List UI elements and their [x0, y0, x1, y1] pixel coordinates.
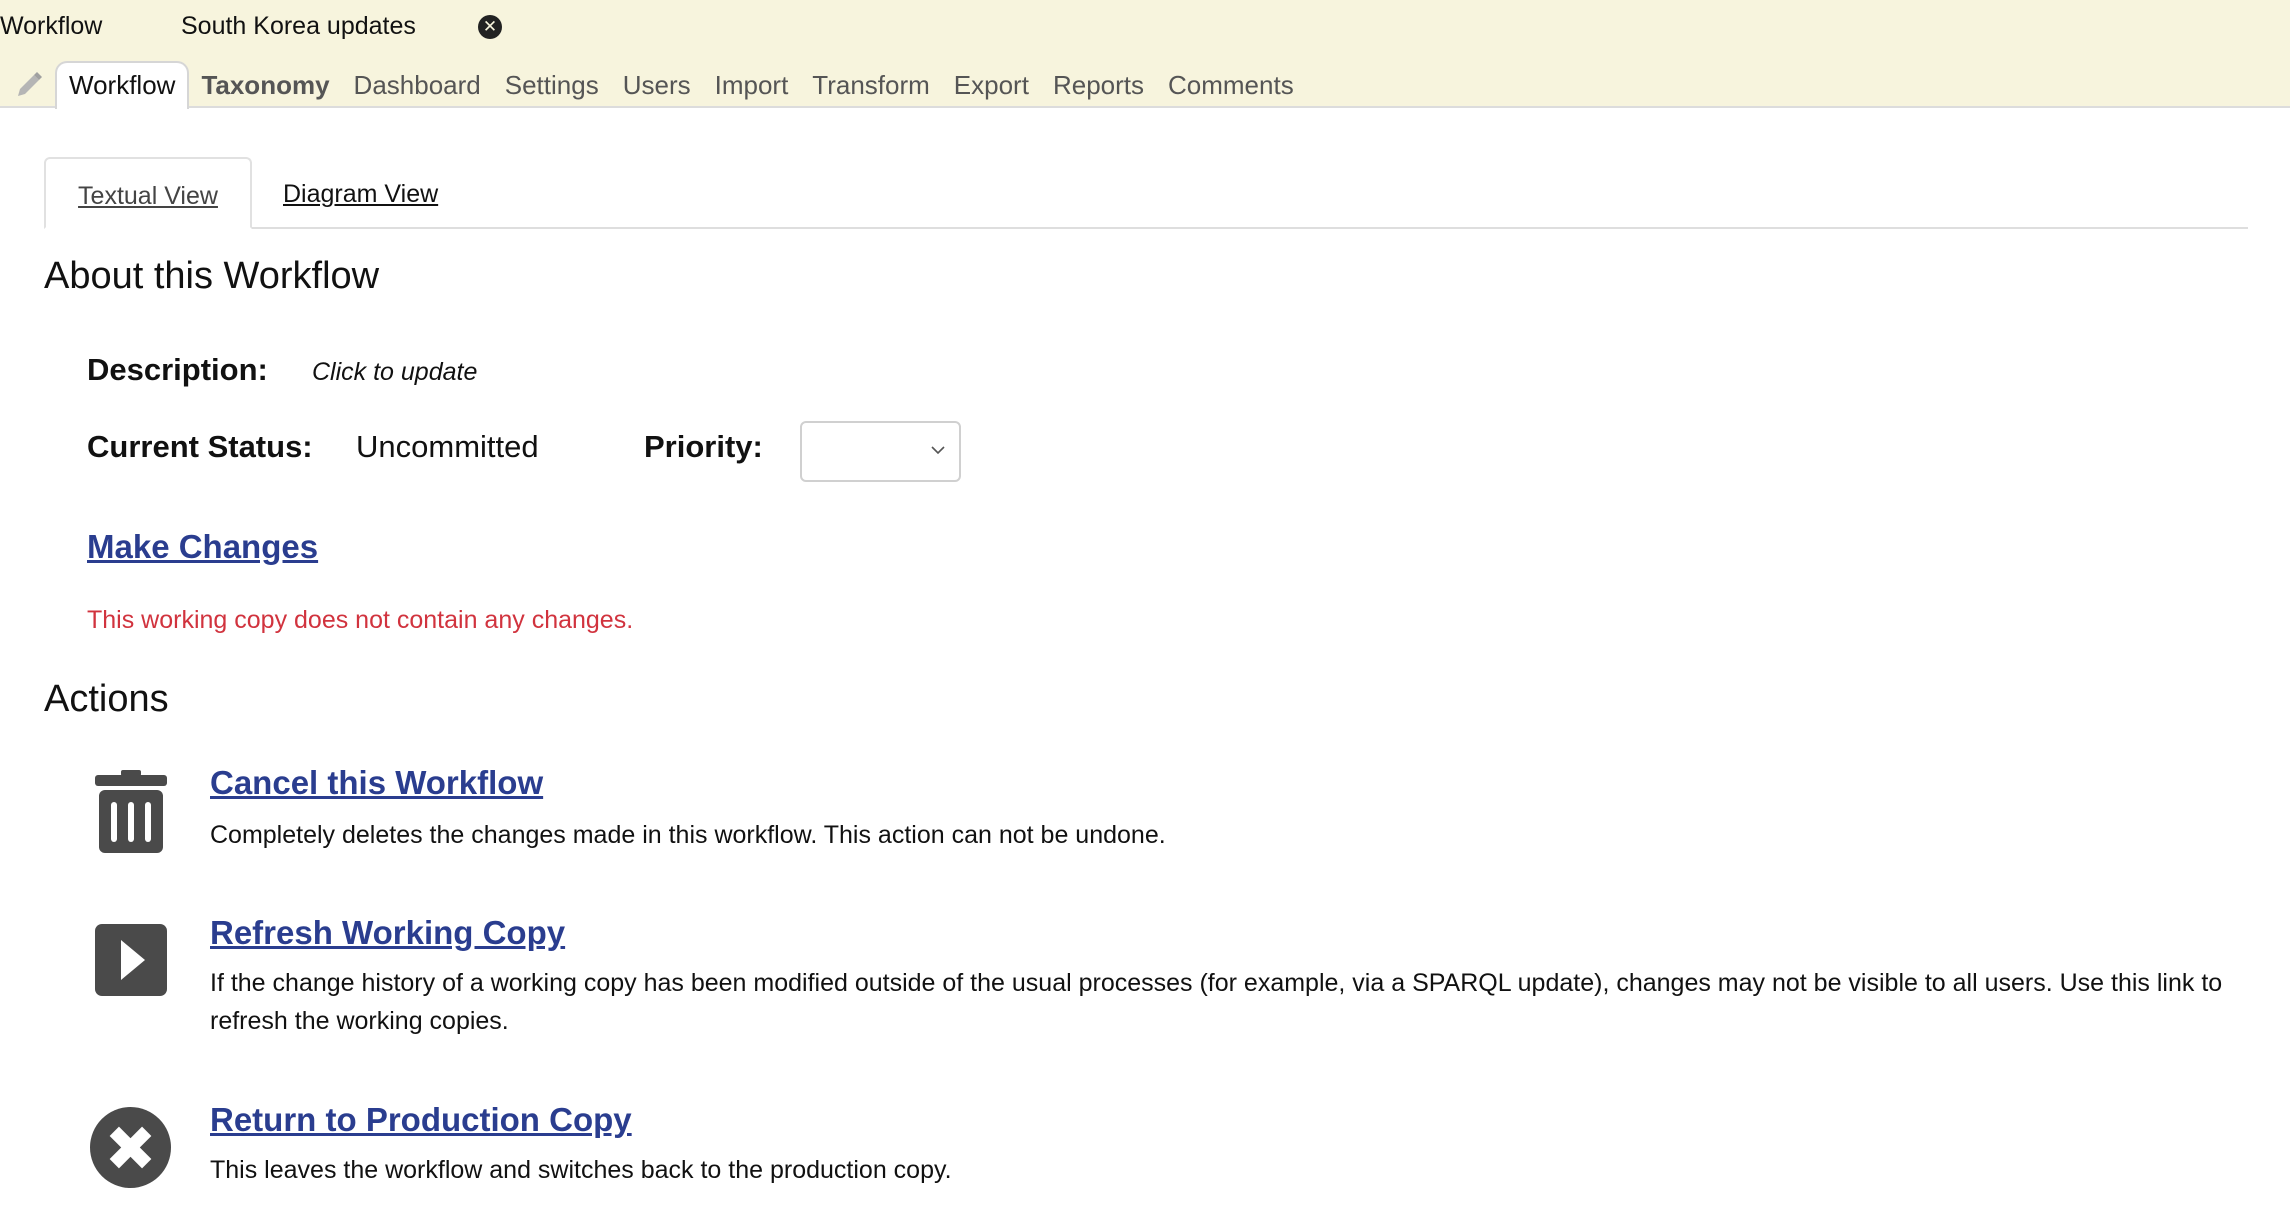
nav-tab-settings[interactable]: Settings — [493, 63, 611, 107]
nav-tab-import[interactable]: Import — [703, 63, 801, 107]
top-header: Workflow South Korea updates ✕ Workflow … — [0, 0, 2290, 109]
nav-tab-workflow[interactable]: Workflow — [55, 61, 190, 109]
play-icon[interactable] — [95, 924, 167, 996]
description-value[interactable]: Click to update — [312, 358, 477, 387]
tab-diagram-view[interactable]: Diagram View — [283, 157, 438, 227]
app-title: Workflow — [0, 12, 103, 40]
cancel-workflow-description: Completely deletes the changes made in t… — [210, 821, 1166, 849]
nav-tab-taxonomy[interactable]: Taxonomy — [189, 63, 341, 107]
workflow-name: South Korea updates — [181, 12, 416, 40]
nav-tab-comments[interactable]: Comments — [1156, 63, 1306, 107]
nav-tab-users[interactable]: Users — [611, 63, 703, 107]
status-value: Uncommitted — [356, 429, 539, 464]
description-label: Description: — [87, 352, 268, 387]
nav-tab-dashboard[interactable]: Dashboard — [342, 63, 493, 107]
cancel-workflow-link[interactable]: Cancel this Workflow — [210, 764, 543, 802]
about-heading: About this Workflow — [44, 255, 380, 297]
status-label: Current Status: — [87, 429, 313, 464]
nav-tab-export[interactable]: Export — [942, 63, 1041, 107]
make-changes-link[interactable]: Make Changes — [87, 528, 318, 566]
nav-tab-transform[interactable]: Transform — [800, 63, 942, 107]
chevron-down-icon — [931, 446, 945, 455]
nav-tab-reports[interactable]: Reports — [1041, 63, 1156, 107]
close-workflow-icon[interactable]: ✕ — [478, 15, 502, 39]
trash-icon[interactable] — [95, 770, 167, 854]
refresh-working-copy-link[interactable]: Refresh Working Copy — [210, 914, 565, 952]
pencil-icon[interactable] — [14, 70, 44, 100]
priority-select[interactable] — [800, 421, 961, 482]
tab-textual-view[interactable]: Textual View — [44, 157, 252, 229]
no-changes-message: This working copy does not contain any c… — [87, 606, 634, 634]
actions-heading: Actions — [44, 678, 169, 720]
view-tabs: Textual View Diagram View — [44, 157, 2248, 229]
priority-label: Priority: — [644, 429, 763, 464]
close-circle-icon[interactable] — [90, 1107, 171, 1188]
main-nav: Workflow Taxonomy Dashboard Settings Use… — [55, 61, 1306, 109]
return-to-production-link[interactable]: Return to Production Copy — [210, 1101, 632, 1139]
return-to-production-description: This leaves the workflow and switches ba… — [210, 1156, 952, 1184]
refresh-working-copy-description: If the change history of a working copy … — [210, 969, 2223, 1035]
